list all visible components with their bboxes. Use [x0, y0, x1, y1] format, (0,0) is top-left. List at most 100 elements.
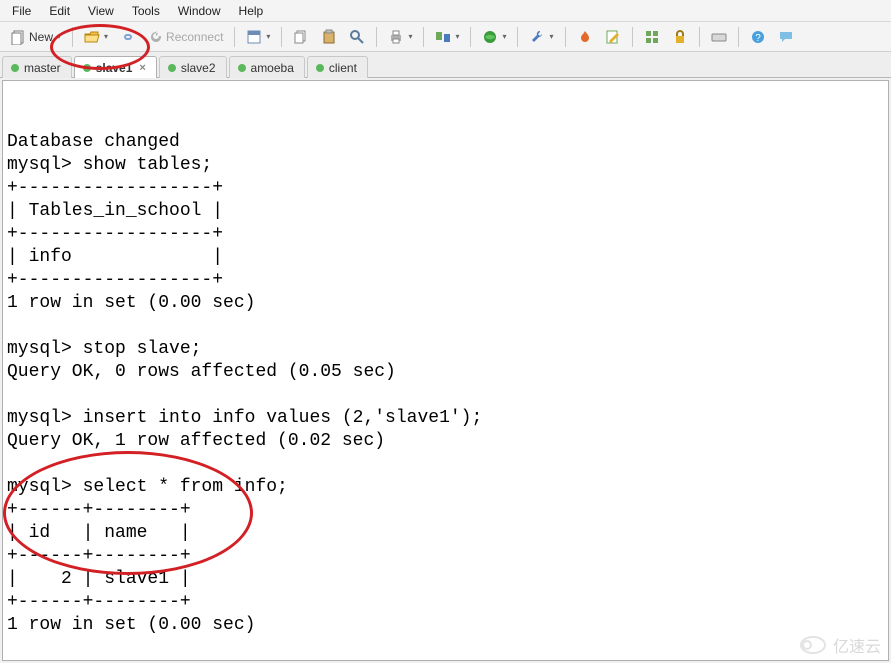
script-button[interactable] [572, 26, 598, 48]
reconnect-icon [148, 29, 164, 45]
terminal-line: +------------------+ [7, 224, 223, 244]
chevron-down-icon: ▾ [104, 32, 108, 41]
terminal-line: 1 row in set (0.00 sec) [7, 615, 255, 635]
copy-button[interactable] [288, 26, 314, 48]
chevron-down-icon: ▾ [408, 32, 412, 41]
new-icon [11, 29, 27, 45]
tile-button[interactable] [639, 26, 665, 48]
flame-icon [577, 29, 593, 45]
open-button[interactable]: ▾ [79, 26, 113, 48]
link-button[interactable] [115, 26, 141, 48]
terminal-line: +------------------+ [7, 270, 223, 290]
help-icon: ? [750, 29, 766, 45]
terminal-line: | Tables_in_school | [7, 201, 223, 221]
menu-window[interactable]: Window [170, 2, 229, 20]
transfer-icon [435, 29, 451, 45]
compose-button[interactable] [600, 26, 626, 48]
status-dot-icon [238, 64, 246, 72]
terminal-line: mysql> insert into info values (2,'slave… [7, 408, 482, 428]
close-icon[interactable]: × [139, 62, 145, 74]
search-icon [349, 29, 365, 45]
terminal-line: +------+--------+ [7, 500, 191, 520]
status-dot-icon [83, 64, 91, 72]
menubar: File Edit View Tools Window Help [0, 0, 891, 22]
chevron-down-icon: ▾ [455, 32, 459, 41]
terminal-line: +------+--------+ [7, 592, 191, 612]
menu-help[interactable]: Help [231, 2, 272, 20]
copy-icon [293, 29, 309, 45]
paste-icon [321, 29, 337, 45]
transfer-button[interactable]: ▾ [430, 26, 464, 48]
toolbar-separator [423, 27, 424, 47]
terminal-line: mysql> show tables; [7, 155, 212, 175]
find-button[interactable] [344, 26, 370, 48]
reconnect-button[interactable]: Reconnect [143, 26, 228, 48]
tab-amoeba[interactable]: amoeba [229, 56, 305, 78]
toolbar-separator [234, 27, 235, 47]
chevron-down-icon: ▾ [502, 32, 506, 41]
printer-icon [388, 29, 404, 45]
toolbar-separator [517, 27, 518, 47]
tile-icon [644, 29, 660, 45]
keyboard-icon [711, 29, 727, 45]
terminal-line: mysql> stop slave; [7, 339, 201, 359]
help-button[interactable]: ? [745, 26, 771, 48]
toolbar: New ▾ ▾ Reconnect ▾ ▾ ▾ ▾ ▾ [0, 22, 891, 52]
toolbar-separator [565, 27, 566, 47]
terminal-line: +------+--------+ [7, 546, 191, 566]
terminal-line: Query OK, 0 rows affected (0.05 sec) [7, 362, 396, 382]
menu-file[interactable]: File [4, 2, 39, 20]
terminal-line: mysql> select * from info; [7, 477, 288, 497]
toolbar-separator [699, 27, 700, 47]
chevron-down-icon: ▾ [549, 32, 553, 41]
globe-button[interactable]: ▾ [477, 26, 511, 48]
toolbar-separator [281, 27, 282, 47]
terminal-line: 1 row in set (0.00 sec) [7, 293, 255, 313]
new-label: New [29, 30, 53, 44]
toolbar-separator [632, 27, 633, 47]
reconnect-label: Reconnect [166, 30, 223, 44]
print-button[interactable]: ▾ [383, 26, 417, 48]
tab-label: slave1 [96, 61, 133, 75]
tab-slave1[interactable]: slave1 × [74, 56, 157, 78]
new-button[interactable]: New ▾ [6, 26, 66, 48]
tools-button[interactable]: ▾ [524, 26, 558, 48]
terminal-line: | 2 | slave1 | [7, 569, 191, 589]
watermark-text: 亿速云 [833, 633, 881, 657]
status-dot-icon [11, 64, 19, 72]
lock-button[interactable] [667, 26, 693, 48]
keyboard-button[interactable] [706, 26, 732, 48]
status-dot-icon [168, 64, 176, 72]
toolbar-separator [72, 27, 73, 47]
tab-client[interactable]: client [307, 56, 368, 78]
svg-text:?: ? [755, 33, 761, 44]
folder-open-icon [84, 29, 100, 45]
paste-button[interactable] [316, 26, 342, 48]
toolbar-separator [470, 27, 471, 47]
properties-icon [246, 29, 262, 45]
chat-icon [778, 29, 794, 45]
terminal-line: Database changed [7, 132, 180, 152]
tab-slave2[interactable]: slave2 [159, 56, 227, 78]
compose-icon [605, 29, 621, 45]
watermark: 亿速云 [799, 633, 881, 657]
lock-icon [672, 29, 688, 45]
tab-label: slave2 [181, 61, 216, 75]
chat-button[interactable] [773, 26, 799, 48]
status-dot-icon [316, 64, 324, 72]
menu-tools[interactable]: Tools [124, 2, 168, 20]
wrench-icon [529, 29, 545, 45]
terminal-line: | id | name | [7, 523, 191, 543]
tab-master[interactable]: master [2, 56, 72, 78]
toolbar-separator [738, 27, 739, 47]
properties-button[interactable]: ▾ [241, 26, 275, 48]
tab-label: client [329, 61, 357, 75]
terminal-line: Query OK, 1 row affected (0.02 sec) [7, 431, 385, 451]
link-icon [120, 29, 136, 45]
chevron-down-icon: ▾ [266, 32, 270, 41]
globe-icon [482, 29, 498, 45]
menu-view[interactable]: View [80, 2, 122, 20]
terminal-output[interactable]: Database changed mysql> show tables; +--… [2, 80, 889, 661]
menu-edit[interactable]: Edit [41, 2, 78, 20]
session-tabbar: master slave1 × slave2 amoeba client [0, 52, 891, 78]
